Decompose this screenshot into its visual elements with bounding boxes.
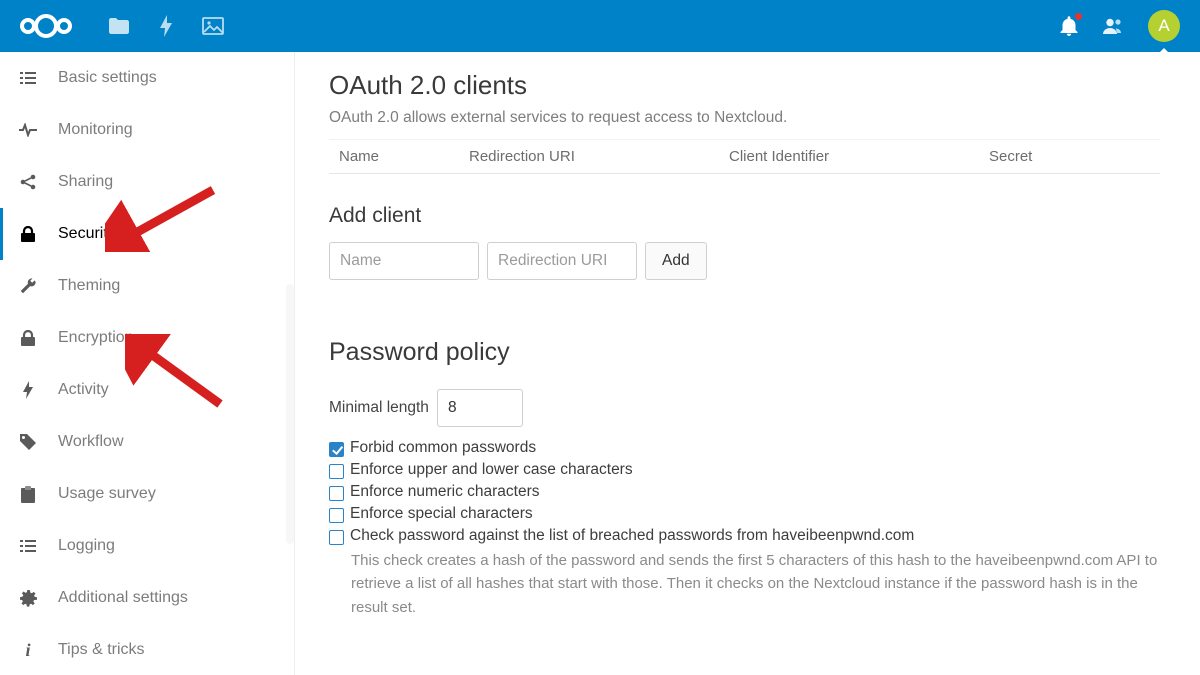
user-avatar[interactable]: A	[1148, 10, 1180, 42]
sidebar-item-label: Theming	[58, 277, 120, 295]
sidebar-item-label: Workflow	[58, 433, 124, 451]
gear-icon	[18, 590, 38, 607]
contacts-icon[interactable]	[1102, 17, 1124, 35]
check-forbid-common[interactable]: Forbid common passwords	[329, 439, 1160, 457]
info-icon: i	[18, 640, 38, 661]
activity-icon[interactable]	[158, 15, 174, 37]
breach-hint: This check creates a hash of the passwor…	[351, 549, 1160, 619]
checkbox-icon	[329, 442, 344, 457]
check-breached[interactable]: Check password against the list of breac…	[329, 527, 1160, 545]
sidebar-item-theming[interactable]: Theming	[0, 260, 294, 312]
check-label: Enforce upper and lower case characters	[350, 461, 633, 479]
main-content: OAuth 2.0 clients OAuth 2.0 allows exter…	[295, 52, 1200, 675]
sidebar-item-label: Monitoring	[58, 121, 133, 139]
col-secret: Secret	[979, 140, 1160, 174]
check-label: Forbid common passwords	[350, 439, 536, 457]
password-policy-title: Password policy	[329, 338, 1160, 367]
sidebar-item-label: Sharing	[58, 173, 113, 191]
top-header: A	[0, 0, 1200, 52]
list-icon	[18, 71, 38, 85]
sidebar-item-label: Security	[58, 225, 116, 243]
sidebar-item-tips-tricks[interactable]: i Tips & tricks	[0, 624, 294, 675]
sidebar-item-monitoring[interactable]: Monitoring	[0, 104, 294, 156]
min-length-label: Minimal length	[329, 399, 429, 417]
add-client-name-input[interactable]	[329, 242, 479, 280]
col-clientid: Client Identifier	[719, 140, 979, 174]
sidebar-item-label: Logging	[58, 537, 115, 555]
oauth-clients-table: Name Redirection URI Client Identifier S…	[329, 139, 1160, 174]
add-client-button[interactable]: Add	[645, 242, 707, 280]
add-client-title: Add client	[329, 204, 1160, 228]
gallery-icon[interactable]	[202, 17, 224, 35]
add-client-uri-input[interactable]	[487, 242, 637, 280]
sidebar-item-additional-settings[interactable]: Additional settings	[0, 572, 294, 624]
check-label: Enforce numeric characters	[350, 483, 540, 501]
nextcloud-logo-icon[interactable]	[16, 11, 76, 41]
checkbox-icon	[329, 508, 344, 523]
check-enforce-special[interactable]: Enforce special characters	[329, 505, 1160, 523]
pulse-icon	[18, 123, 38, 137]
min-length-input[interactable]	[437, 389, 523, 427]
files-icon[interactable]	[108, 17, 130, 35]
settings-sidebar: Basic settings Monitoring Sharing Securi…	[0, 52, 295, 675]
sidebar-item-encryption[interactable]: Encryption	[0, 312, 294, 364]
sidebar-item-label: Activity	[58, 381, 109, 399]
oauth-subtitle: OAuth 2.0 allows external services to re…	[329, 109, 1160, 127]
share-icon	[18, 174, 38, 190]
col-name: Name	[329, 140, 459, 174]
check-label: Check password against the list of breac…	[350, 527, 914, 545]
sidebar-item-activity[interactable]: Activity	[0, 364, 294, 416]
avatar-letter: A	[1158, 16, 1169, 36]
list-icon	[18, 539, 38, 553]
oauth-title: OAuth 2.0 clients	[329, 70, 1160, 101]
check-enforce-case[interactable]: Enforce upper and lower case characters	[329, 461, 1160, 479]
wrench-icon	[18, 278, 38, 294]
checkbox-icon	[329, 486, 344, 501]
sidebar-item-basic-settings[interactable]: Basic settings	[0, 52, 294, 104]
lock-icon	[18, 330, 38, 346]
notifications-icon[interactable]	[1060, 16, 1078, 36]
sidebar-item-label: Additional settings	[58, 589, 188, 607]
bolt-icon	[18, 381, 38, 399]
checkbox-icon	[329, 530, 344, 545]
sidebar-item-usage-survey[interactable]: Usage survey	[0, 468, 294, 520]
notification-dot-icon	[1075, 13, 1082, 20]
sidebar-item-logging[interactable]: Logging	[0, 520, 294, 572]
lock-icon	[18, 226, 38, 242]
check-label: Enforce special characters	[350, 505, 533, 523]
sidebar-scrollbar[interactable]	[286, 284, 294, 544]
clipboard-icon	[18, 486, 38, 503]
col-redirect: Redirection URI	[459, 140, 719, 174]
sidebar-item-label: Tips & tricks	[58, 641, 145, 659]
sidebar-item-label: Encryption	[58, 329, 134, 347]
checkbox-icon	[329, 464, 344, 479]
sidebar-item-label: Basic settings	[58, 69, 157, 87]
check-enforce-numeric[interactable]: Enforce numeric characters	[329, 483, 1160, 501]
sidebar-item-security[interactable]: Security	[0, 208, 294, 260]
sidebar-item-sharing[interactable]: Sharing	[0, 156, 294, 208]
tag-icon	[18, 434, 38, 450]
sidebar-item-workflow[interactable]: Workflow	[0, 416, 294, 468]
sidebar-item-label: Usage survey	[58, 485, 156, 503]
